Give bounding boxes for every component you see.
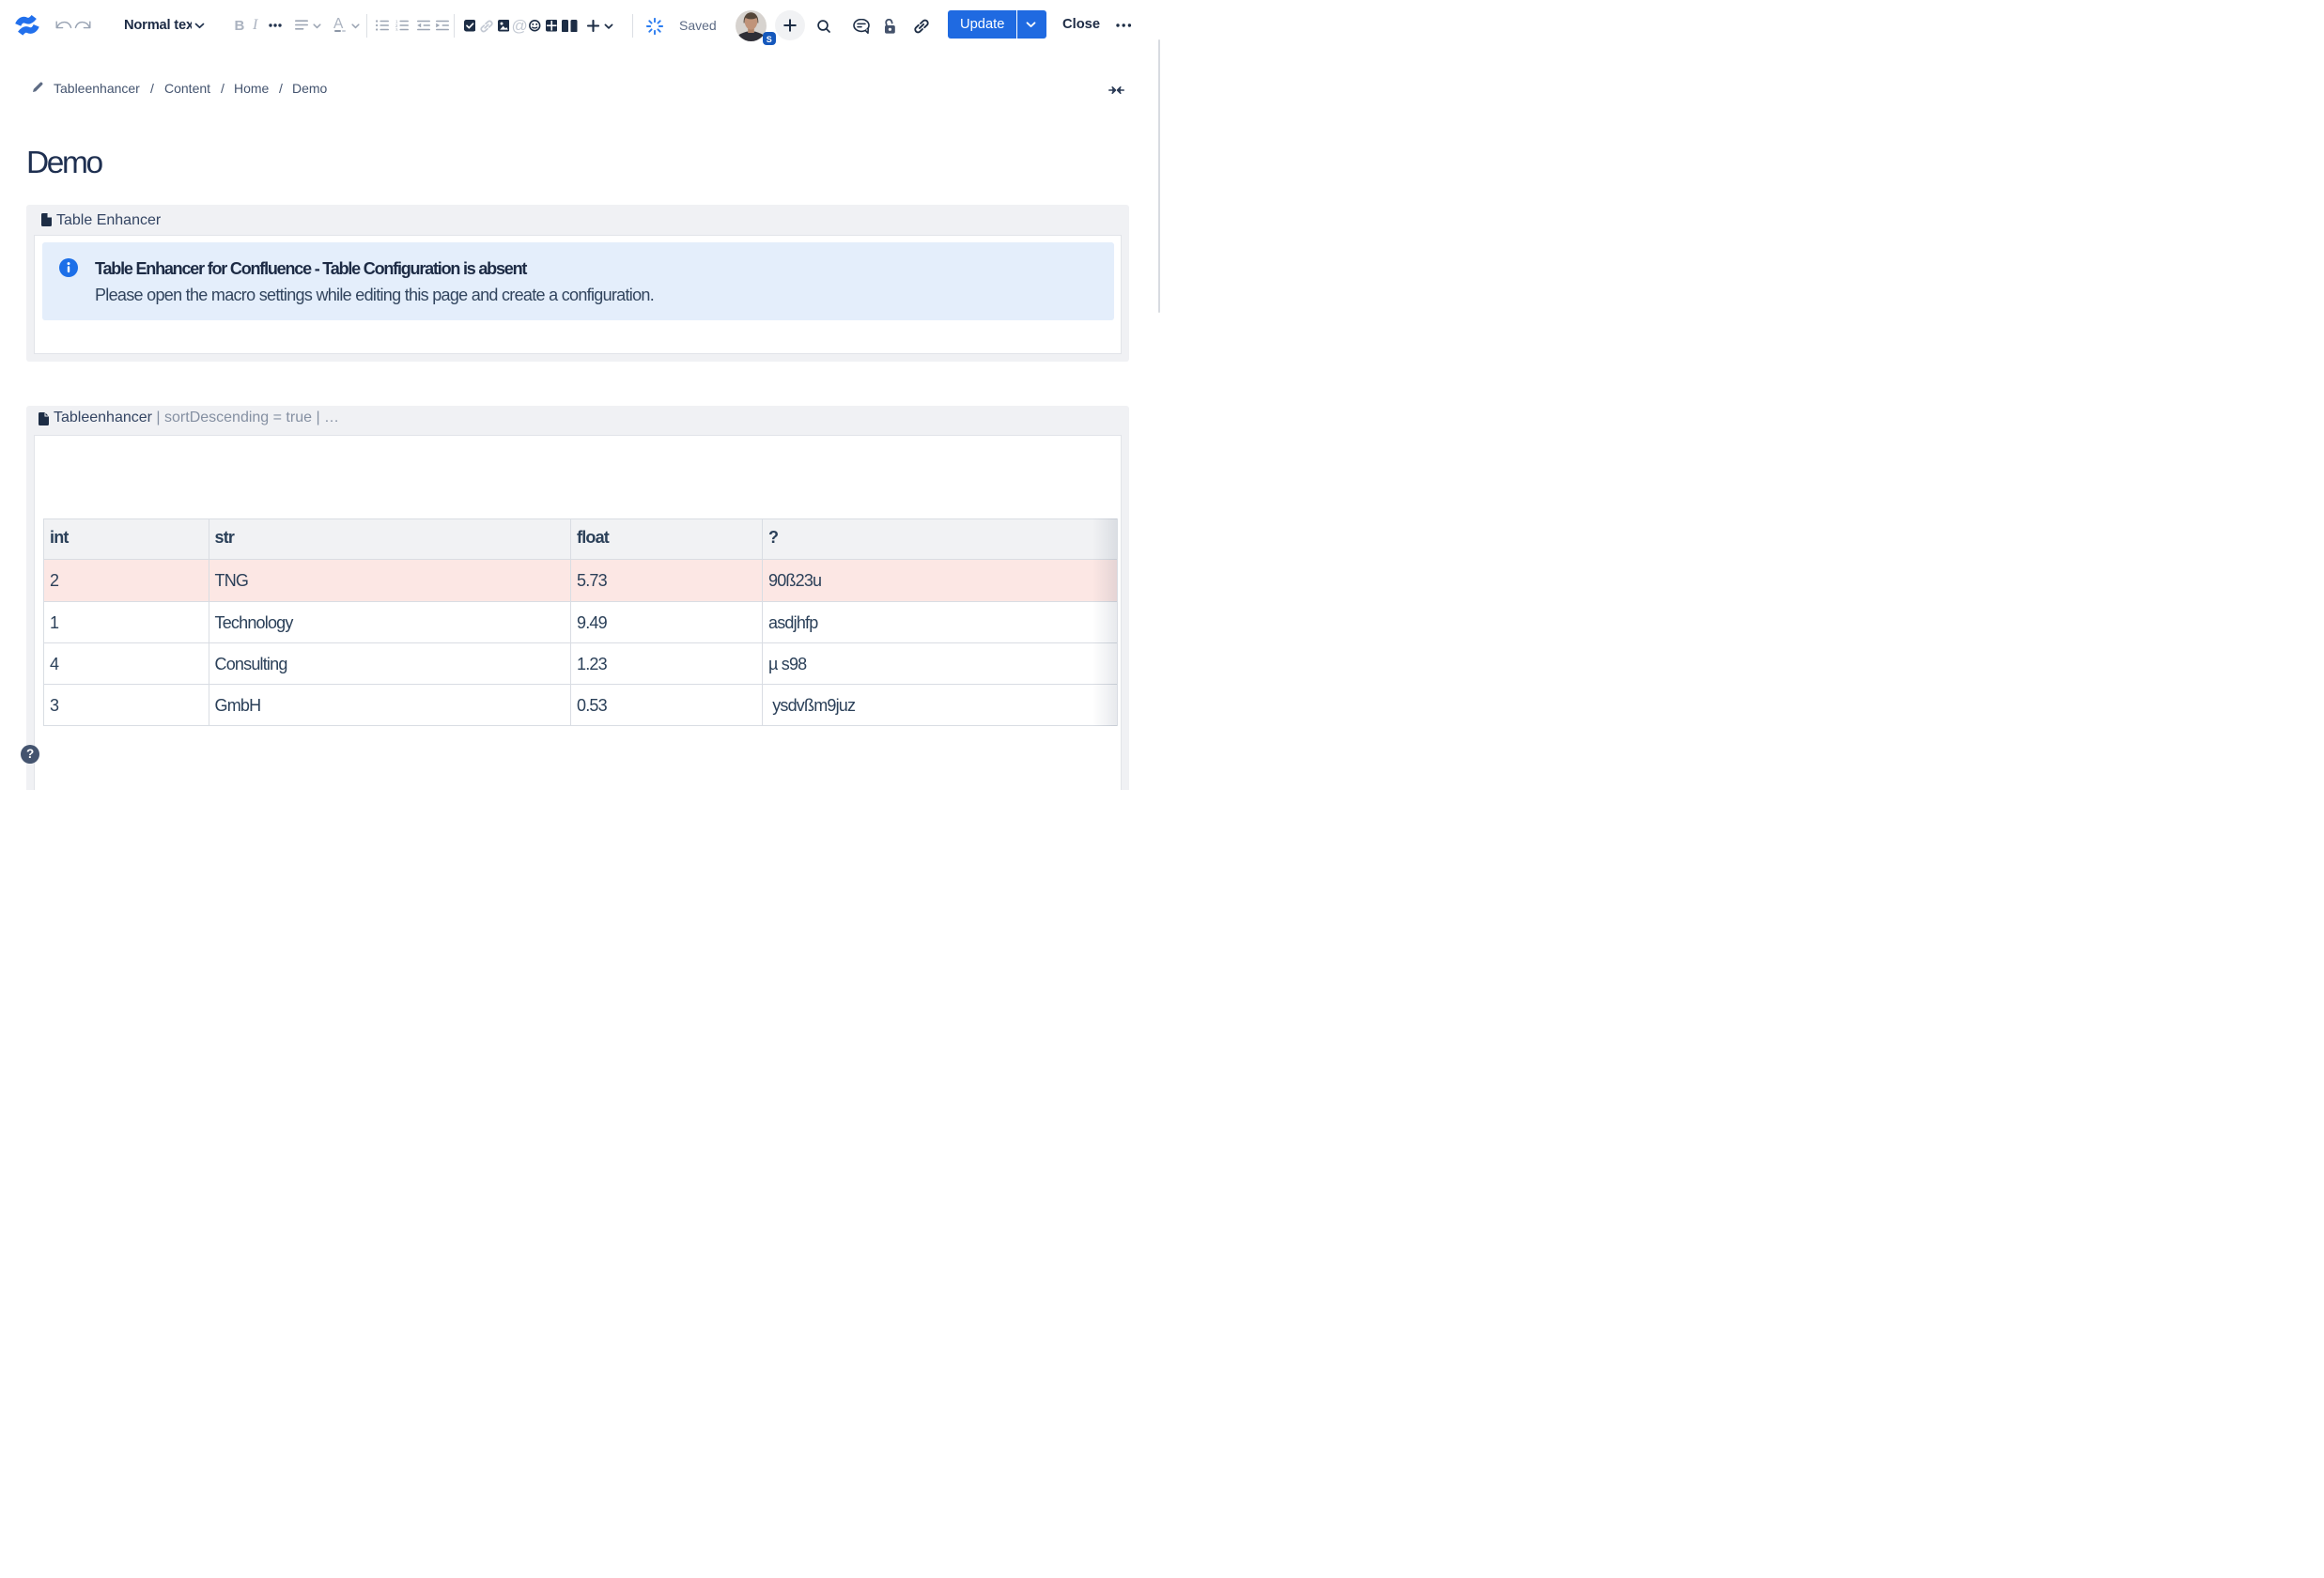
svg-text:3: 3	[395, 27, 398, 31]
